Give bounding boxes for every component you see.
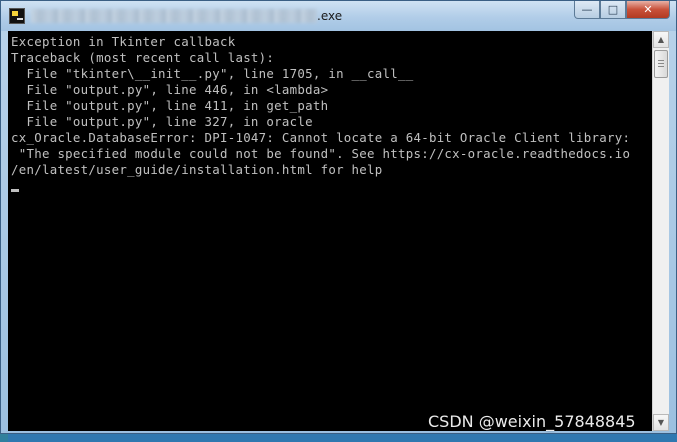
maximize-icon: □ [607, 3, 619, 16]
arrow-down-icon: ▼ [657, 418, 665, 427]
vertical-scrollbar[interactable]: ▲ ▼ [652, 31, 669, 431]
console-line: /en/latest/user_guide/installation.html … [11, 162, 383, 177]
console-line: Exception in Tkinter callback [11, 34, 236, 49]
console-line: cx_Oracle.DatabaseError: DPI-1047: Canno… [11, 130, 631, 145]
console-app-icon[interactable] [9, 8, 25, 24]
console-line: File "output.py", line 327, in oracle [11, 114, 313, 129]
console-line: "The specified module could not be found… [11, 146, 631, 161]
console-line: File "tkinter\__init__.py", line 1705, i… [11, 66, 414, 81]
arrow-up-icon: ▲ [657, 35, 665, 44]
title-redacted-region [31, 9, 317, 23]
console-line: File "output.py", line 411, in get_path [11, 98, 329, 113]
console-line: Traceback (most recent call last): [11, 50, 275, 65]
minimize-button[interactable]: — [574, 1, 600, 19]
window-controls: — □ ✕ [574, 1, 670, 21]
scroll-thumb[interactable] [654, 50, 668, 78]
window-title: .exe [317, 9, 343, 23]
close-button[interactable]: ✕ [626, 1, 670, 19]
scroll-down-button[interactable]: ▼ [653, 414, 669, 431]
console-window: .exe — □ ✕ Exception in Tkinter callback… [0, 0, 677, 434]
console-output[interactable]: Exception in Tkinter callback Traceback … [8, 31, 652, 431]
minimize-icon: — [581, 3, 593, 16]
console-line: File "output.py", line 446, in <lambda> [11, 82, 329, 97]
scroll-up-button[interactable]: ▲ [653, 31, 669, 48]
title-bar[interactable]: .exe — □ ✕ [1, 1, 676, 31]
console-lines: Exception in Tkinter callback Traceback … [11, 34, 630, 178]
text-cursor [11, 189, 19, 192]
watermark-text: CSDN @weixin_57848845 [428, 412, 636, 431]
desktop-background: .exe — □ ✕ Exception in Tkinter callback… [0, 0, 677, 442]
maximize-button[interactable]: □ [600, 1, 626, 19]
close-icon: ✕ [643, 3, 653, 16]
